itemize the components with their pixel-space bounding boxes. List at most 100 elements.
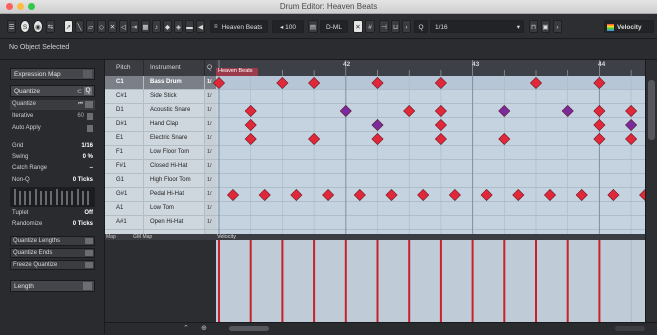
- drum-note[interactable]: [290, 188, 303, 202]
- drum-note[interactable]: [371, 118, 384, 132]
- drum-note[interactable]: [244, 118, 257, 132]
- quantize-preset-icon[interactable]: ⊣: [379, 20, 389, 33]
- velocity-lane[interactable]: [216, 240, 645, 322]
- horizontal-scroll-thumb[interactable]: [229, 326, 269, 331]
- drum-note[interactable]: [543, 188, 557, 202]
- velocity-bar[interactable]: [281, 240, 284, 322]
- velocity-bar[interactable]: [408, 240, 411, 322]
- drum-note[interactable]: [512, 188, 525, 202]
- velocity-bar[interactable]: [249, 240, 252, 322]
- drum-note[interactable]: [371, 132, 384, 146]
- vertical-scrollbar[interactable]: [645, 60, 657, 334]
- auto-apply-checkbox[interactable]: [87, 125, 93, 132]
- quantize-section[interactable]: Quantize ⊂ Q: [10, 85, 95, 97]
- snap-icon[interactable]: ⇥: [130, 20, 139, 33]
- drum-note[interactable]: [434, 118, 447, 132]
- drum-note[interactable]: [371, 76, 384, 90]
- grid-icon[interactable]: ▦: [141, 20, 150, 33]
- mute-tool-icon[interactable]: ✕: [108, 20, 117, 33]
- drum-note[interactable]: [417, 188, 430, 202]
- velocity-bar[interactable]: [344, 240, 347, 322]
- drum-note[interactable]: [434, 104, 447, 118]
- drum-note[interactable]: [308, 132, 321, 146]
- step-icon[interactable]: ◆: [163, 20, 172, 33]
- zoom-icon[interactable]: ◇: [97, 20, 106, 33]
- length-quantize-icon[interactable]: ⊓: [529, 20, 538, 33]
- mute-icon[interactable]: S: [20, 20, 30, 33]
- quantize-select[interactable]: 1/16 ▾: [430, 20, 524, 33]
- solo-instrument-icon[interactable]: ✕: [353, 20, 363, 33]
- insert-icon[interactable]: ◈: [174, 20, 183, 33]
- move-icon[interactable]: ⊕: [201, 324, 207, 332]
- drum-note[interactable]: [322, 188, 335, 202]
- eraser-icon[interactable]: ▱: [86, 20, 95, 33]
- drum-note[interactable]: [593, 132, 606, 146]
- chevron-up-icon[interactable]: ⌃: [183, 324, 189, 332]
- catch-range-row[interactable]: Catch Range –: [10, 164, 95, 174]
- drum-note[interactable]: [561, 104, 574, 118]
- drum-note[interactable]: [226, 188, 240, 202]
- velocity-bar[interactable]: [471, 240, 474, 322]
- pointer-icon[interactable]: ➚: [64, 20, 73, 33]
- autoscroll-icon[interactable]: ⇆: [46, 20, 55, 33]
- drum-note[interactable]: [575, 188, 588, 202]
- drum-note[interactable]: [529, 76, 543, 90]
- drum-note[interactable]: [593, 104, 606, 118]
- instrument-column-header[interactable]: Instrument: [143, 60, 204, 76]
- velocity-bar[interactable]: [535, 240, 537, 322]
- randomize-row[interactable]: Randomize 0 Ticks: [10, 220, 95, 230]
- drum-note[interactable]: [607, 188, 620, 202]
- drum-note[interactable]: [625, 132, 638, 146]
- velocity-tool-icon[interactable]: ▬: [185, 20, 194, 33]
- info-icon[interactable]: ◉: [33, 20, 43, 33]
- volume-field[interactable]: ◂ 100: [272, 20, 304, 33]
- color-icon[interactable]: ♪: [152, 20, 161, 33]
- drum-note[interactable]: [308, 76, 321, 90]
- drum-note[interactable]: [276, 76, 289, 90]
- chevron-right-small-icon[interactable]: ›: [553, 20, 562, 33]
- velocity-bar[interactable]: [376, 240, 379, 322]
- quantize-grid-display[interactable]: [10, 187, 95, 207]
- snap-magnet-icon[interactable]: ⊔: [391, 20, 400, 33]
- horizontal-scrollbar[interactable]: ⌃ ⊕: [105, 322, 657, 335]
- velocity-bar[interactable]: [503, 240, 506, 322]
- drum-note[interactable]: [434, 132, 447, 146]
- velocity-bar[interactable]: [313, 240, 316, 322]
- quantize-grid-icon[interactable]: #: [365, 20, 375, 33]
- freeze-quantize-button[interactable]: Freeze Quantize: [10, 260, 95, 270]
- velocity-color-select[interactable]: Velocity: [604, 20, 654, 33]
- velocity-bar[interactable]: [598, 240, 601, 322]
- speaker-icon[interactable]: ◁: [119, 20, 128, 33]
- prev-icon[interactable]: ⏮: [78, 101, 83, 108]
- drum-map-icon[interactable]: ▤: [308, 20, 318, 33]
- quantize-q-icon[interactable]: Q: [414, 20, 428, 33]
- iterative-checkbox[interactable]: [87, 113, 93, 120]
- drum-map-select[interactable]: D-ML: [320, 20, 348, 33]
- drum-note[interactable]: [498, 104, 511, 118]
- drum-note[interactable]: [480, 188, 493, 202]
- expression-map-section[interactable]: Expression Map: [10, 68, 95, 80]
- velocity-bar[interactable]: [439, 240, 442, 322]
- drumstick-icon[interactable]: ╲: [75, 20, 84, 33]
- drum-note[interactable]: [498, 132, 511, 146]
- tuplet-row[interactable]: Tuplet Off: [10, 209, 95, 219]
- grid-row[interactable]: Grid 1/16: [10, 142, 95, 152]
- vertical-scroll-thumb[interactable]: [648, 80, 655, 140]
- drum-note[interactable]: [212, 76, 226, 90]
- drum-note[interactable]: [625, 104, 638, 118]
- color-scheme-icon[interactable]: ▣: [541, 20, 550, 33]
- velocity-bar[interactable]: [566, 240, 569, 322]
- gm-map-label[interactable]: GM Map: [133, 234, 152, 240]
- drum-note[interactable]: [244, 104, 257, 118]
- non-q-row[interactable]: Non-Q 0 Ticks: [10, 176, 95, 186]
- quantize-lengths-button[interactable]: Quantize Lengths: [10, 236, 95, 246]
- legato-icon[interactable]: ◀: [196, 20, 205, 33]
- drum-note[interactable]: [385, 188, 398, 202]
- swing-row[interactable]: Swing 0 %: [10, 153, 95, 163]
- drum-note[interactable]: [258, 188, 271, 202]
- part-name-field[interactable]: ≡ Heaven Beats: [210, 20, 268, 33]
- drum-note[interactable]: [625, 118, 638, 132]
- length-section[interactable]: Length: [10, 280, 95, 292]
- chevron-right-icon[interactable]: ›: [402, 20, 411, 33]
- quantize-ends-button[interactable]: Quantize Ends: [10, 248, 95, 258]
